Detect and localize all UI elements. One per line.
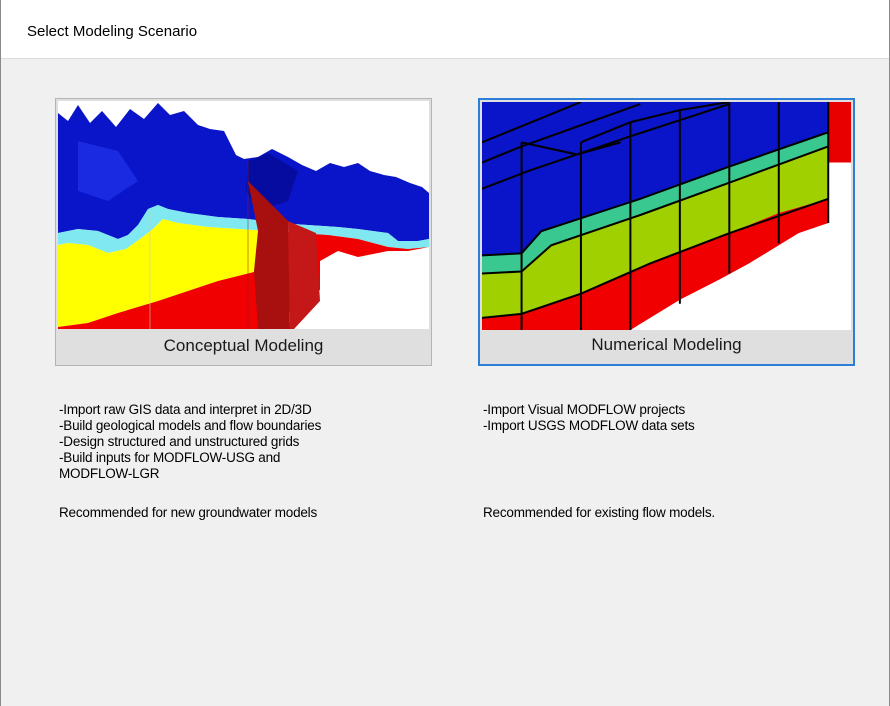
conceptual-bullet: -Import raw GIS data and interpret in 2D… [59, 402, 312, 417]
conceptual-bullet: MODFLOW-LGR [59, 466, 160, 481]
numerical-modeling-label: Numerical Modeling [591, 335, 742, 354]
conceptual-model-thumbnail [58, 101, 429, 329]
conceptual-description: -Import raw GIS data and interpret in 2D… [59, 402, 321, 521]
conceptual-modeling-button[interactable]: Conceptual Modeling [55, 98, 432, 366]
conceptual-modeling-label: Conceptual Modeling [163, 336, 324, 355]
conceptual-bullet: -Design structured and unstructured grid… [59, 434, 300, 449]
dialog-title: Select Modeling Scenario [27, 23, 198, 40]
conceptual-recommendation: Recommended for new groundwater models [59, 505, 318, 520]
numerical-recommendation: Recommended for existing flow models. [483, 505, 715, 520]
numerical-bullet: -Import Visual MODFLOW projects [483, 402, 686, 417]
numerical-modeling-button[interactable]: Numerical Modeling [478, 98, 855, 366]
numerical-model-thumbnail [482, 102, 851, 330]
scenario-dialog: Select Modeling Scenario Conceptual Mode… [0, 0, 890, 706]
conceptual-bullet: -Build inputs for MODFLOW-USG and [59, 450, 281, 465]
conceptual-bullet: -Build geological models and flow bounda… [59, 418, 322, 433]
numerical-bullet: -Import USGS MODFLOW data sets [483, 418, 695, 433]
numerical-description: -Import Visual MODFLOW projects -Import … [483, 402, 715, 521]
dialog-header: Select Modeling Scenario [1, 0, 889, 59]
